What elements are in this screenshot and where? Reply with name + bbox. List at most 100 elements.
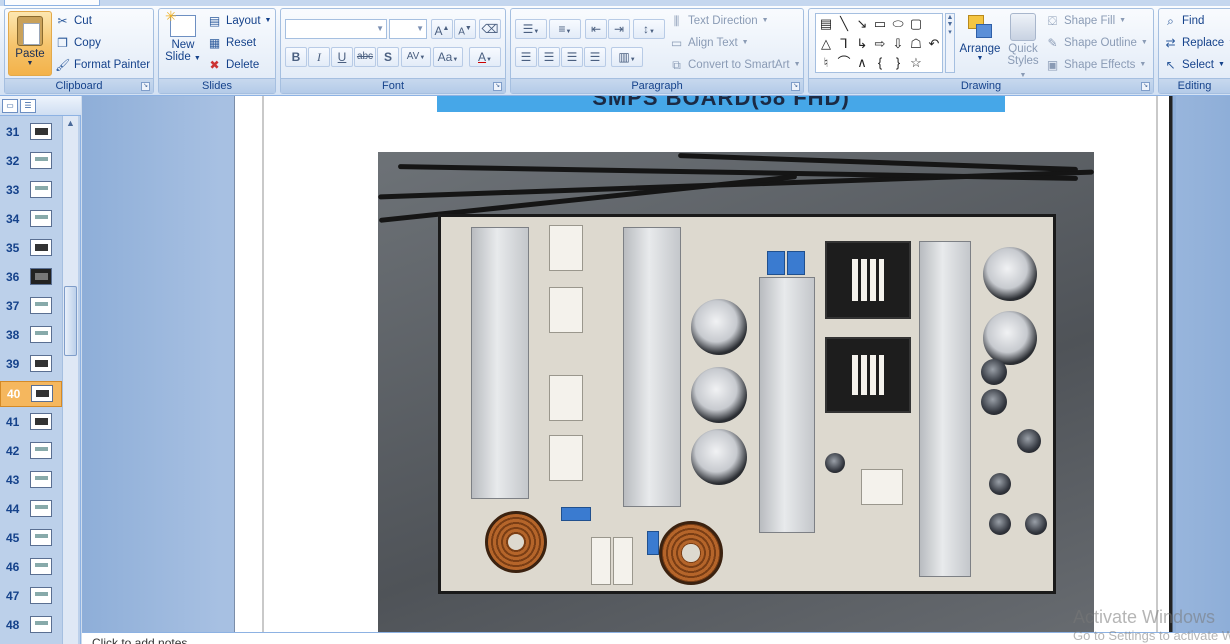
- home-tab-edge[interactable]: [4, 0, 100, 6]
- slide-thumbnail-39[interactable]: 39: [0, 352, 62, 378]
- align-text-button[interactable]: ▭ Align Text ▼: [669, 33, 749, 53]
- arc-shape-icon[interactable]: ⌒: [835, 54, 853, 72]
- scroll-up-icon[interactable]: ▲: [63, 118, 78, 132]
- slide-thumbnail-48[interactable]: 48: [0, 613, 62, 639]
- align-right-button[interactable]: ☰: [561, 47, 583, 67]
- grow-font-button[interactable]: A▲: [431, 19, 453, 39]
- replace-button[interactable]: ⇄ Replace ▼: [1163, 33, 1230, 53]
- layout-button[interactable]: ▤ Layout ▼: [207, 11, 272, 31]
- clipboard-dialog-launcher[interactable]: ↘: [141, 82, 150, 91]
- arrow-line-shape-icon[interactable]: ↘: [853, 15, 871, 33]
- bullets-button[interactable]: ☰▼: [515, 19, 547, 39]
- find-button[interactable]: ⌕ Find: [1163, 11, 1204, 31]
- notes-pane[interactable]: Click to add notes: [82, 632, 1230, 644]
- right-brace-shape-icon[interactable]: }: [889, 54, 907, 72]
- format-painter-button[interactable]: 🖌 Format Painter: [55, 55, 150, 75]
- cut-button[interactable]: ✂ Cut: [55, 11, 91, 31]
- textbox-shape-icon[interactable]: ▤: [817, 15, 835, 33]
- change-case-button[interactable]: Aa▼: [433, 47, 463, 67]
- slide-thumbnail-37[interactable]: 37: [0, 294, 62, 320]
- line-spacing-button[interactable]: ↕▼: [633, 19, 665, 39]
- star-shape-icon[interactable]: ☆: [907, 54, 925, 72]
- slide-thumbnail-33[interactable]: 33: [0, 178, 62, 204]
- character-spacing-button[interactable]: AV▼: [401, 47, 431, 67]
- scroll-thumb[interactable]: [64, 286, 77, 356]
- slide-thumbnail-43[interactable]: 43: [0, 468, 62, 494]
- underline-button[interactable]: U: [331, 47, 353, 67]
- slide-thumbnail-35[interactable]: 35: [0, 236, 62, 262]
- slide-thumbnail-46[interactable]: 46: [0, 555, 62, 581]
- text-shadow-button[interactable]: S: [377, 47, 399, 67]
- convert-smartart-button[interactable]: ⧉ Convert to SmartArt ▼: [669, 55, 800, 75]
- arrange-button[interactable]: Arrange ▼: [957, 11, 1003, 77]
- slide-thumbnail-38[interactable]: 38: [0, 323, 62, 349]
- font-color-button[interactable]: A▼: [469, 47, 501, 67]
- slide-thumbnail-40[interactable]: 40: [0, 381, 62, 407]
- decrease-indent-button[interactable]: ⇤: [585, 19, 607, 39]
- clear-formatting-button[interactable]: ⌫: [479, 19, 501, 39]
- font-size-combo[interactable]: ▼: [389, 19, 427, 39]
- shrink-font-button[interactable]: A▼: [454, 19, 476, 39]
- curve-shape-icon[interactable]: ∧: [853, 54, 871, 72]
- down-arrow-shape-icon[interactable]: ⇩: [889, 35, 907, 53]
- shapes-gallery[interactable]: ▤ ╲ ↘ ▭ ⬭ ▢ △ ⅂ ↳ ⇨ ⇩ ☖ ↶ ♮ ⌒ ∧ { } ☆: [815, 13, 943, 73]
- rounded-rectangle-shape-icon[interactable]: ▢: [907, 15, 925, 33]
- align-left-button[interactable]: ☰: [515, 47, 537, 67]
- slide-thumbnail-42[interactable]: 42: [0, 439, 62, 465]
- smps-board-photo[interactable]: [378, 152, 1094, 632]
- font-dialog-launcher[interactable]: ↘: [493, 82, 502, 91]
- slide-thumbnail-44[interactable]: 44: [0, 497, 62, 523]
- slide-title-box[interactable]: SMPS BOARD(58 FHD): [437, 96, 1005, 112]
- reset-label: Reset: [226, 37, 257, 49]
- select-button[interactable]: ↖ Select ▼: [1163, 55, 1224, 75]
- freeform-shape-icon[interactable]: ☖: [907, 35, 925, 53]
- text-direction-button[interactable]: ⫼ Text Direction ▼: [669, 11, 769, 31]
- copy-button[interactable]: ❐ Copy: [55, 33, 101, 53]
- triangle-shape-icon[interactable]: △: [817, 35, 835, 53]
- scribble-shape-icon[interactable]: ♮: [817, 54, 835, 72]
- shape-outline-button[interactable]: ✎ Shape Outline ▼: [1045, 33, 1147, 53]
- columns-button[interactable]: ▥▼: [611, 47, 643, 67]
- italic-button[interactable]: I: [308, 47, 330, 67]
- line-shape-icon[interactable]: ╲: [835, 15, 853, 33]
- drawing-dialog-launcher[interactable]: ↘: [1141, 82, 1150, 91]
- slide-thumbnail-36[interactable]: 36: [0, 265, 62, 291]
- slide-thumbnail-32[interactable]: 32: [0, 149, 62, 175]
- outline-tab-icon[interactable]: ☰: [20, 99, 36, 113]
- increase-indent-button[interactable]: ⇥: [608, 19, 630, 39]
- reset-button[interactable]: ▦ Reset: [207, 33, 256, 53]
- justify-icon: ☰: [589, 50, 601, 64]
- align-right-icon: ☰: [566, 50, 578, 64]
- quick-styles-button[interactable]: Quick Styles ▼: [1003, 11, 1043, 79]
- right-arrow-shape-icon[interactable]: ⇨: [871, 35, 889, 53]
- justify-button[interactable]: ☰: [584, 47, 606, 67]
- slide-thumbnail-47[interactable]: 47: [0, 584, 62, 610]
- new-slide-button[interactable]: ✳ New Slide ▼: [163, 8, 203, 77]
- curved-shape-icon[interactable]: ↶: [925, 35, 943, 53]
- numbering-button[interactable]: ≡▼: [549, 19, 581, 39]
- paragraph-dialog-launcher[interactable]: ↘: [791, 82, 800, 91]
- arrange-label: Arrange: [959, 43, 1001, 55]
- elbow-arrow-shape-icon[interactable]: ↳: [853, 35, 871, 53]
- slides-tab-icon[interactable]: ▭: [2, 99, 18, 113]
- delete-button[interactable]: ✖ Delete: [207, 55, 259, 75]
- slide-thumbnail-41[interactable]: 41: [0, 410, 62, 436]
- ribbon: Paste ▼ ✂ Cut ❐ Copy 🖌 Format Painter Cl…: [0, 0, 1230, 96]
- shape-effects-button[interactable]: ▣ Shape Effects ▼: [1045, 55, 1147, 75]
- font-name-combo[interactable]: ▼: [285, 19, 387, 39]
- elbow-connector-shape-icon[interactable]: ⅂: [835, 35, 853, 53]
- shapes-gallery-scroll[interactable]: ▲ ▼ ▾: [945, 13, 955, 73]
- slide-thumbnail-31[interactable]: 31: [0, 120, 62, 146]
- oval-shape-icon[interactable]: ⬭: [889, 15, 907, 33]
- current-slide[interactable]: SMPS BOARD(58 FHD): [234, 96, 1164, 632]
- bold-button[interactable]: B: [285, 47, 307, 67]
- paste-button[interactable]: Paste ▼: [8, 11, 52, 76]
- strikethrough-button[interactable]: abc: [354, 47, 376, 67]
- shape-fill-button[interactable]: ⛋ Shape Fill ▼: [1045, 11, 1126, 31]
- align-center-button[interactable]: ☰: [538, 47, 560, 67]
- slides-panel-scrollbar[interactable]: ▲: [62, 116, 78, 644]
- slide-thumbnail-45[interactable]: 45: [0, 526, 62, 552]
- rectangle-shape-icon[interactable]: ▭: [871, 15, 889, 33]
- slide-thumbnail-34[interactable]: 34: [0, 207, 62, 233]
- left-brace-shape-icon[interactable]: {: [871, 54, 889, 72]
